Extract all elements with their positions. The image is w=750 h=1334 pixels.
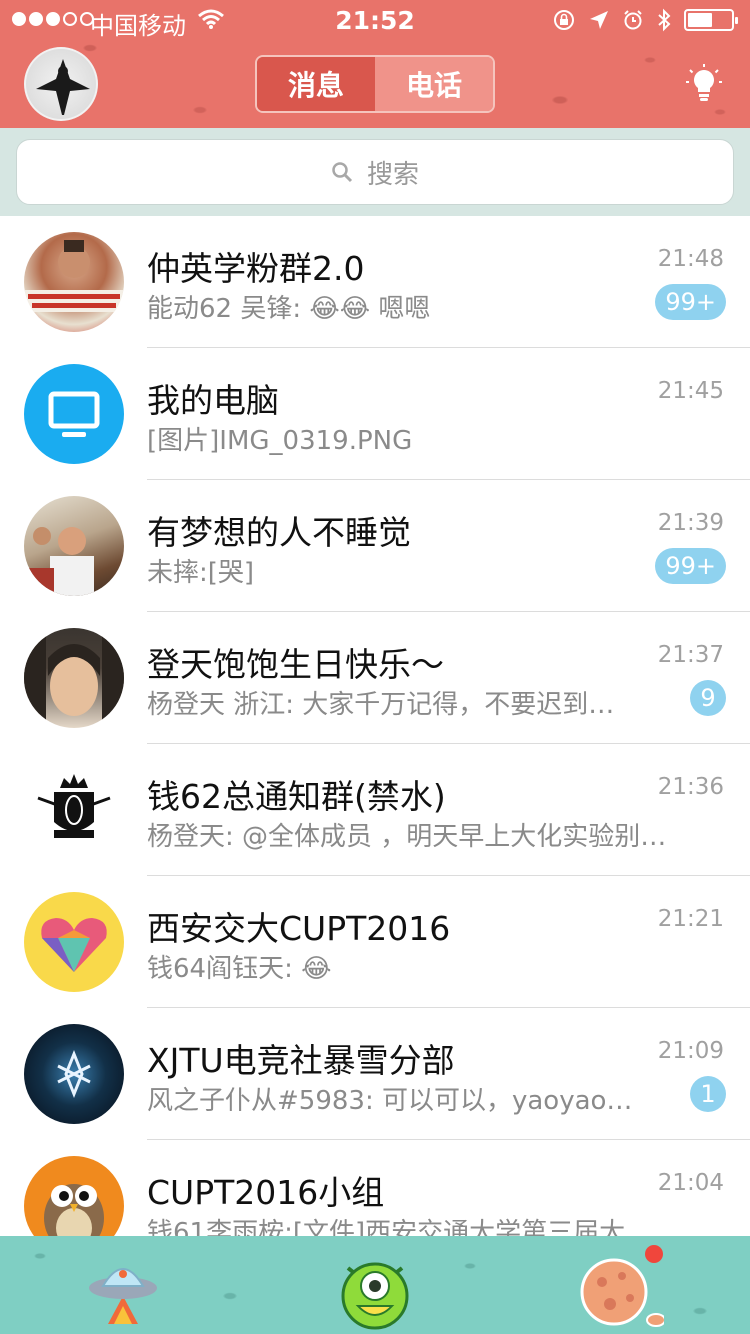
message-call-segmented-control: 消息 电话 [255,55,495,113]
list-item[interactable]: 登天饱饱生日快乐～ 杨登天 浙江: 大家千万记得，不要迟到… 21:37 9 [0,612,750,744]
chat-name: CUPT2016小组 [147,1173,385,1212]
tab-calls[interactable]: 电话 [375,57,493,111]
unread-badge: 99+ [655,284,726,320]
chat-preview: 风之子仆从#5983: 可以可以，yaoyao… [147,1086,633,1116]
unread-badge: 99+ [655,548,726,584]
ufo-icon[interactable] [78,1246,168,1334]
alarm-icon [624,10,642,30]
monitor-icon [48,391,100,437]
unread-badge: 9 [690,680,726,716]
location-arrow-icon [590,11,608,29]
unread-badge: 1 [690,1076,726,1112]
chat-time: 21:48 [657,246,724,272]
lightbulb-icon[interactable] [686,64,722,104]
avatar [24,232,124,332]
list-item[interactable]: XJTU电竞社暴雪分部 风之子仆从#5983: 可以可以，yaoyao… 21:… [0,1008,750,1140]
chat-time: 21:45 [657,378,724,404]
status-bar: 中国移动 21:52 [0,0,750,40]
battery-icon [684,9,738,31]
chat-time: 21:09 [657,1038,724,1064]
chat-time: 21:36 [657,774,724,800]
chat-time: 21:39 [657,510,724,536]
list-item[interactable]: 有梦想的人不睡觉 未摔:[哭] 21:39 99+ [0,480,750,612]
chat-time: 21:04 [657,1170,724,1196]
profile-avatar[interactable] [24,47,98,121]
green-monster-icon[interactable] [330,1246,420,1334]
list-item[interactable]: 钱62总通知群(禁水) 杨登天: @全体成员 ，明天早上大化实验别… 21:36 [0,744,750,876]
bluetooth-icon [658,8,671,32]
list-item[interactable]: CUPT2016小组 钱61李雨桉:[文件]西安交通大学第三届大学… 21:04 [0,1140,750,1236]
bottom-tab-bar [0,1236,750,1334]
avatar [24,628,124,728]
chat-preview: 钱61李雨桉:[文件]西安交通大学第三届大学… [147,1218,667,1236]
list-item[interactable]: 我的电脑 [图片]IMG_0319.PNG 21:45 [0,348,750,480]
chat-name: 登天饱饱生日快乐～ [147,645,444,684]
chat-name: 有梦想的人不睡觉 [147,513,411,552]
chat-time: 21:37 [657,642,724,668]
tab-messages[interactable]: 消息 [257,57,375,111]
chat-preview: [图片]IMG_0319.PNG [147,426,413,456]
list-item[interactable]: 仲英学粉群2.0 能动62 吴锋: 😂😂 嗯嗯 21:48 99+ [0,216,750,348]
computer-avatar [24,364,124,464]
list-item[interactable]: 西安交大CUPT2016 钱64阎钰天: 😂 21:21 [0,876,750,1008]
search-icon [332,162,353,183]
chat-preview: 杨登天 浙江: 大家千万记得，不要迟到… [147,690,615,720]
profile-avatar-image [36,59,90,115]
heart-logo-avatar [24,892,124,992]
chat-preview: 钱64阎钰天: 😂 [147,954,332,984]
search-placeholder: 搜索 [366,159,419,190]
chat-preview: 未摔:[哭] [147,558,255,588]
lock-rotation-icon [554,10,574,30]
search-bar-container: 搜索 [0,128,750,216]
blizzard-logo-avatar [24,1024,124,1124]
chat-preview: 杨登天: @全体成员 ，明天早上大化实验别… [147,822,667,852]
notification-dot [645,1245,663,1263]
chat-name: 我的电脑 [147,381,279,420]
chat-preview: 能动62 吴锋: 😂😂 嗯嗯 [147,294,431,324]
chat-name: XJTU电竞社暴雪分部 [147,1041,455,1080]
chat-time: 21:21 [657,906,724,932]
chat-name: 钱62总通知群(禁水) [147,777,446,816]
search-input[interactable]: 搜索 [16,139,734,205]
chat-name: 仲英学粉群2.0 [147,249,365,288]
owl-avatar [24,1156,124,1236]
avatar [24,496,124,596]
chat-name: 西安交大CUPT2016 [147,909,451,948]
app-header: 中国移动 21:52 消息 电话 [0,0,750,128]
conversation-list[interactable]: 仲英学粉群2.0 能动62 吴锋: 😂😂 嗯嗯 21:48 99+ 我的电脑 [… [0,216,750,1236]
class-emblem-avatar [24,760,124,860]
